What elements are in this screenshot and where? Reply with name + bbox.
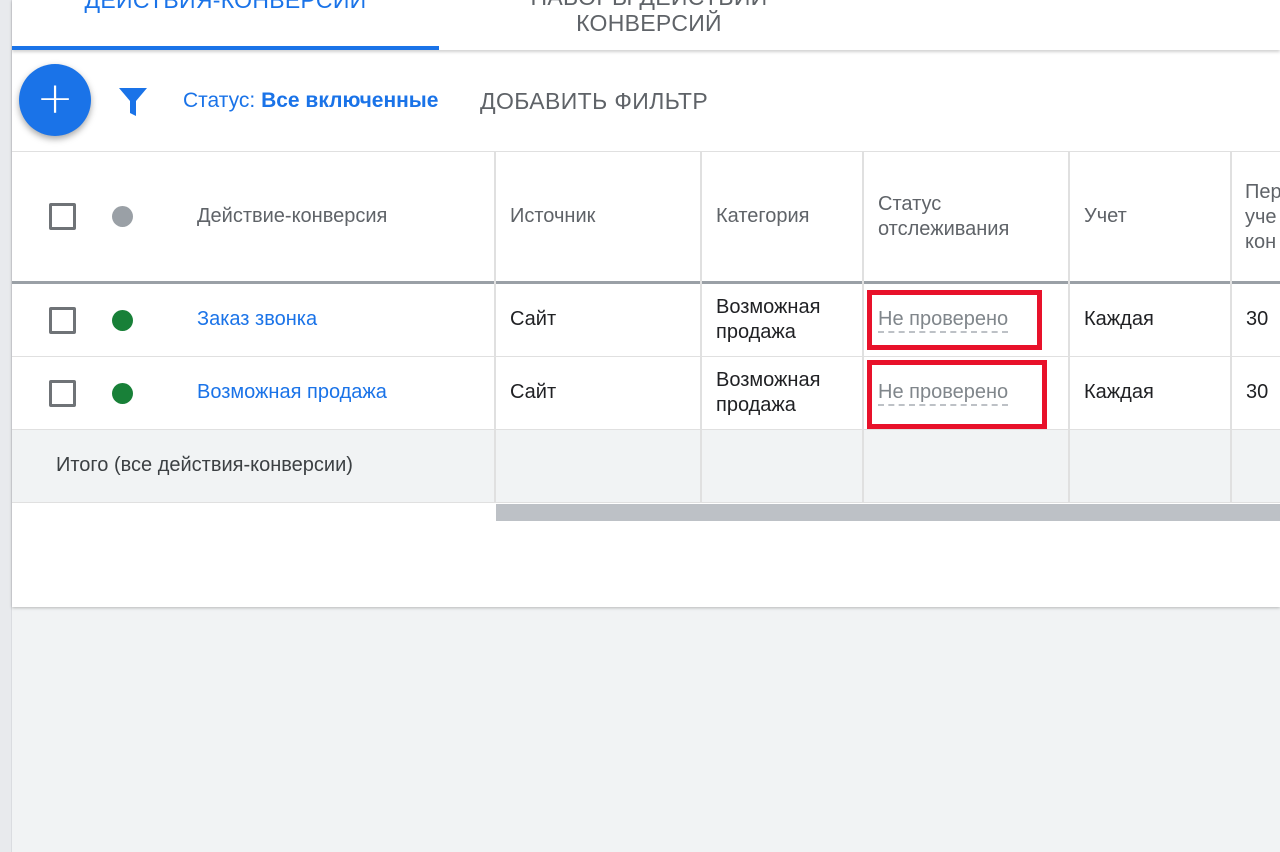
header-conversion-window[interactable]: Пер уче кон xyxy=(1245,180,1280,255)
column-divider xyxy=(494,152,496,502)
row-checkbox[interactable] xyxy=(49,307,76,334)
column-divider xyxy=(700,152,702,502)
totals-label: Итого (все действия-конверсии) xyxy=(56,454,353,476)
category-cell: Возможная продажа xyxy=(716,368,820,418)
tab-conversion-actions-label: ДЕЙСТВИЯ-КОНВЕРСИИ xyxy=(84,0,367,13)
row-checkbox[interactable] xyxy=(49,380,76,407)
status-column-dot-icon xyxy=(112,206,133,227)
highlight-box xyxy=(867,290,1042,350)
enabled-status-dot-icon xyxy=(112,383,133,404)
add-filter-button[interactable]: ДОБАВИТЬ ФИЛЬТР xyxy=(480,88,708,115)
filter-icon[interactable] xyxy=(118,86,148,118)
table-header-divider xyxy=(12,281,1280,284)
totals-row: Итого (все действия-конверсии) xyxy=(12,430,1280,502)
conversion-action-link[interactable]: Заказ звонка xyxy=(197,308,317,331)
tab-bar: ДЕЙСТВИЯ-КОНВЕРСИИ НАБОРЫ ДЕЙСТВИЙ КОНВЕ… xyxy=(12,0,1280,50)
page-left-edge xyxy=(0,0,12,852)
conversion-window-cell: 30 xyxy=(1246,381,1269,403)
source-cell: Сайт xyxy=(510,308,557,330)
select-all-checkbox[interactable] xyxy=(49,203,76,230)
conversion-window-cell: 30 xyxy=(1246,308,1269,330)
status-filter-label: Статус: xyxy=(183,89,256,112)
category-line2: продажа xyxy=(716,394,796,416)
category-line1: Возможная xyxy=(716,296,821,318)
header-conversion-window-line2: уче xyxy=(1245,206,1277,228)
category-line2: продажа xyxy=(716,321,796,343)
category-cell: Возможная продажа xyxy=(716,295,820,345)
enabled-status-dot-icon xyxy=(112,310,133,331)
category-line1: Возможная xyxy=(716,369,821,391)
column-divider xyxy=(1068,152,1070,502)
conversion-action-link[interactable]: Возможная продажа xyxy=(197,381,387,404)
horizontal-scrollbar[interactable] xyxy=(496,504,1280,521)
header-count[interactable]: Учет xyxy=(1084,204,1127,229)
status-filter-value: Все включенные xyxy=(261,89,439,112)
table-top-border xyxy=(12,151,1280,152)
tab-conversion-action-sets-label-line2: КОНВЕРСИЙ xyxy=(576,10,722,36)
header-conversion-action[interactable]: Действие-конверсия xyxy=(197,204,387,229)
row-divider xyxy=(12,356,1280,357)
totals-bottom-border xyxy=(12,502,1280,503)
column-divider xyxy=(862,152,864,502)
count-cell: Каждая xyxy=(1084,308,1154,330)
header-category[interactable]: Категория xyxy=(716,204,810,229)
tab-conversion-action-sets[interactable]: НАБОРЫ ДЕЙСТВИЙ КОНВЕРСИЙ xyxy=(459,0,839,50)
active-tab-indicator xyxy=(12,46,439,50)
highlight-box xyxy=(867,360,1047,429)
tab-conversion-action-sets-label-line1: НАБОРЫ ДЕЙСТВИЙ xyxy=(459,0,839,10)
tab-conversion-actions[interactable]: ДЕЙСТВИЯ-КОНВЕРСИИ xyxy=(12,0,439,50)
header-tracking-status-line1: Статус xyxy=(878,193,942,215)
add-conversion-button[interactable]: + xyxy=(19,64,91,136)
header-tracking-status-line2: отслеживания xyxy=(878,218,1010,240)
header-source[interactable]: Источник xyxy=(510,204,595,229)
column-divider xyxy=(1230,152,1232,502)
header-tracking-status[interactable]: Статус отслеживания xyxy=(878,192,1009,242)
conversions-card: ДЕЙСТВИЯ-КОНВЕРСИИ НАБОРЫ ДЕЙСТВИЙ КОНВЕ… xyxy=(12,0,1280,607)
count-cell: Каждая xyxy=(1084,381,1154,403)
header-conversion-window-line1: Пер xyxy=(1245,181,1280,203)
source-cell: Сайт xyxy=(510,381,557,403)
status-filter-chip[interactable]: Статус: Все включенные xyxy=(183,89,438,113)
row-divider xyxy=(12,429,1280,430)
header-conversion-window-line3: кон xyxy=(1245,231,1277,253)
